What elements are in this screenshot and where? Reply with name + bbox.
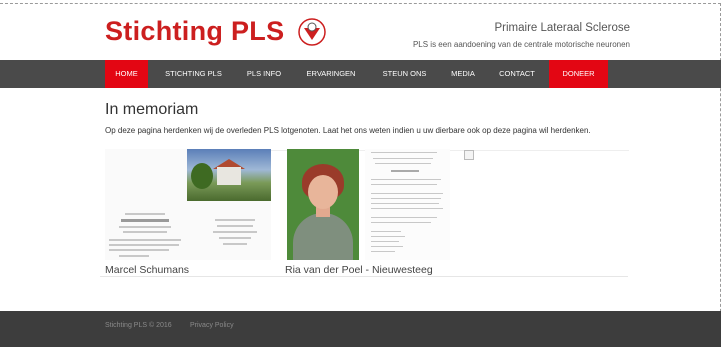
nav-stichting-pls[interactable]: STICHTING PLS	[158, 60, 229, 88]
top-dashed-border	[0, 3, 721, 4]
memorial-name-1[interactable]: Marcel Schumans	[105, 264, 189, 276]
nav-doneer[interactable]: DONEER	[549, 60, 608, 88]
nav-pls-info[interactable]: PLS INFO	[239, 60, 289, 88]
tagline-title: Primaire Lateraal Sclerose	[494, 22, 630, 34]
page-title: In memoriam	[105, 101, 199, 118]
memorial-name-2[interactable]: Ria van der Poel - Nieuwesteeg	[285, 264, 433, 276]
nav-ervaringen[interactable]: ERVARINGEN	[297, 60, 365, 88]
house-photo	[187, 149, 271, 201]
nav-steun-ons[interactable]: STEUN ONS	[373, 60, 436, 88]
site-logo-text[interactable]: Stichting PLS	[105, 16, 284, 47]
divider	[100, 276, 628, 277]
logo-emblem-icon[interactable]	[296, 16, 328, 48]
memorial-portrait-photo[interactable]	[287, 149, 359, 260]
tagline-subtitle: PLS is een aandoening van de centrale mo…	[412, 40, 630, 49]
footer	[0, 311, 721, 347]
nav-home[interactable]: HOME	[105, 60, 148, 88]
nav-media[interactable]: MEDIA	[444, 60, 482, 88]
broken-image-icon	[464, 150, 474, 160]
memorial-card-image-2[interactable]	[365, 149, 450, 260]
footer-copyright: Stichting PLS © 2016	[105, 322, 172, 329]
privacy-policy-link[interactable]: Privacy Policy	[190, 322, 234, 329]
memorial-card-image-1[interactable]	[105, 149, 271, 260]
nav-contact[interactable]: CONTACT	[492, 60, 542, 88]
intro-text: Op deze pagina herdenken wij de overlede…	[105, 126, 591, 135]
